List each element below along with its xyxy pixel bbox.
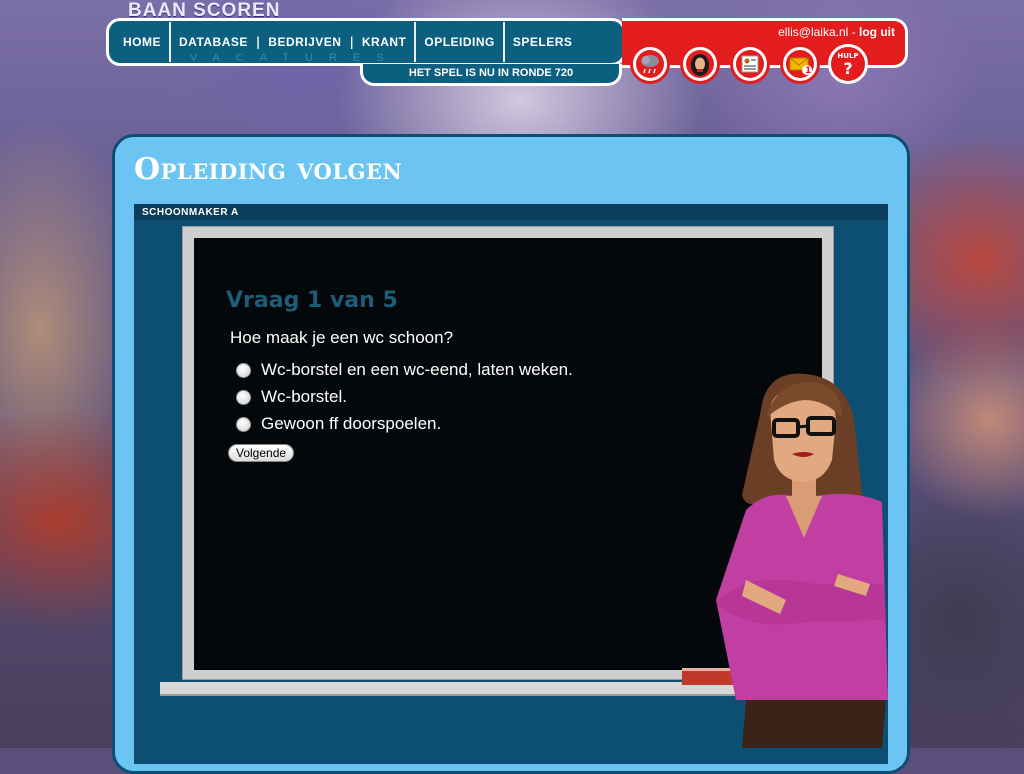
answer-label: Wc-borstel.: [261, 387, 347, 406]
next-button[interactable]: Volgende: [228, 444, 295, 462]
nav-spelers[interactable]: SPELERS: [505, 35, 581, 49]
page-title: Opleiding volgen: [134, 152, 403, 187]
teacher-illustration: [716, 373, 888, 748]
nav-krant[interactable]: KRANT: [354, 35, 415, 49]
chalkboard-ledge: [160, 682, 760, 696]
course-name: SCHOONMAKER A: [142, 207, 239, 218]
question-counter: Vraag 1 van 5: [226, 288, 398, 313]
radio-button[interactable]: [236, 389, 251, 405]
help-question-mark: ?: [843, 59, 853, 78]
answer-label: Gewoon ff doorspoelen.: [261, 414, 442, 433]
profile-card-icon[interactable]: [730, 44, 770, 84]
answer-option[interactable]: Gewoon ff doorspoelen.: [236, 414, 441, 434]
nav-opleiding[interactable]: OPLEIDING: [416, 35, 503, 49]
radio-button[interactable]: [236, 416, 251, 432]
separator: -: [851, 25, 856, 39]
answer-label: Wc-borstel en een wc-eend, laten weken.: [261, 360, 573, 379]
course-header-strip: SCHOONMAKER A: [134, 204, 888, 220]
user-email: ellis@laika.nl: [778, 25, 849, 39]
nav-bedrijven[interactable]: BEDRIJVEN: [260, 35, 349, 49]
nav-divider: [169, 22, 171, 62]
logout-link[interactable]: log uit: [859, 25, 895, 39]
nav-divider: [502, 22, 505, 62]
user-line: ellis@laika.nl - log uit: [778, 25, 895, 39]
nav-divider: [414, 22, 417, 62]
weather-icon[interactable]: [630, 44, 670, 84]
answer-option[interactable]: Wc-borstel en een wc-eend, laten weken.: [236, 360, 573, 380]
mail-count-badge: 1: [805, 66, 812, 76]
question-text: Hoe maak je een wc schoon?: [230, 328, 454, 347]
avatar[interactable]: [680, 44, 720, 84]
answer-option[interactable]: Wc-borstel.: [236, 387, 347, 407]
nav-database[interactable]: DATABASE: [171, 35, 256, 49]
help-icon[interactable]: HULP ?: [828, 44, 868, 84]
nav-home[interactable]: HOME: [115, 35, 169, 49]
radio-button[interactable]: [236, 362, 251, 378]
round-indicator: HET SPEL IS NU IN RONDE 720: [360, 64, 622, 86]
mail-icon[interactable]: 1: [780, 44, 820, 84]
nav-sub-label: VACATURES: [190, 52, 400, 64]
